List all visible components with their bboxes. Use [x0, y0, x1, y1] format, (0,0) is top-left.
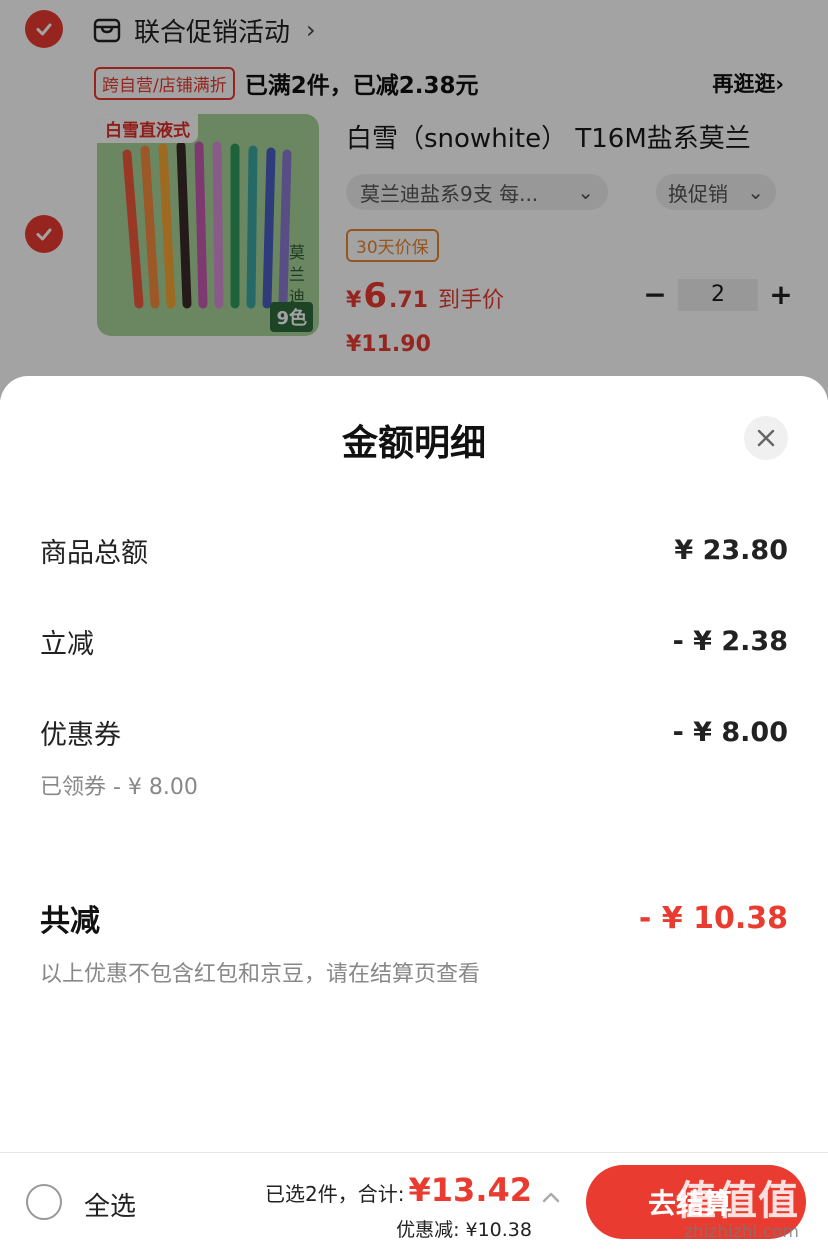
row-label: 立减 [40, 629, 94, 660]
total-discount-row: 共减 - ¥ 10.38 [40, 896, 788, 940]
close-icon [757, 429, 775, 447]
watermark-logo: 值值值 [676, 1178, 799, 1224]
selected-text: 已选2件，合计: [265, 1182, 405, 1206]
coupon-note: 已领券 - ¥ 8.00 [40, 775, 198, 800]
discount-summary[interactable]: 优惠减: ¥10.38 [396, 1215, 532, 1242]
disclaimer: 以上优惠不包含红包和京豆，请在结算页查看 [40, 962, 481, 987]
close-button[interactable] [744, 416, 788, 460]
amount-detail-sheet: 金额明细 商品总额 ¥ 23.80 立减 - ¥ 2.38 优惠券 - ¥ 8.… [0, 376, 828, 1152]
row-value: - ¥ 8.00 [672, 717, 788, 748]
detail-row-coupon: 优惠券 - ¥ 8.00 [40, 713, 788, 752]
total-value: - ¥ 10.38 [638, 900, 788, 936]
row-value: ¥ 23.80 [674, 535, 788, 566]
row-label: 商品总额 [40, 538, 148, 569]
select-all-label[interactable]: 全选 [84, 1186, 136, 1223]
row-value: - ¥ 2.38 [672, 626, 788, 657]
chevron-up-icon[interactable] [540, 1187, 562, 1209]
watermark-url: zhizhizhi.com [684, 1222, 799, 1242]
dim-overlay[interactable] [0, 0, 828, 400]
total-price: ¥13.42 [408, 1171, 532, 1209]
detail-row-subtotal: 商品总额 ¥ 23.80 [40, 531, 788, 570]
total-label: 共减 [40, 904, 100, 939]
total-summary: 已选2件，合计: ¥13.42 [265, 1171, 532, 1209]
detail-row-instant-discount: 立减 - ¥ 2.38 [40, 622, 788, 661]
sheet-title: 金额明细 [341, 423, 486, 464]
select-all-checkbox[interactable] [26, 1184, 62, 1220]
row-label: 优惠券 [40, 720, 121, 751]
